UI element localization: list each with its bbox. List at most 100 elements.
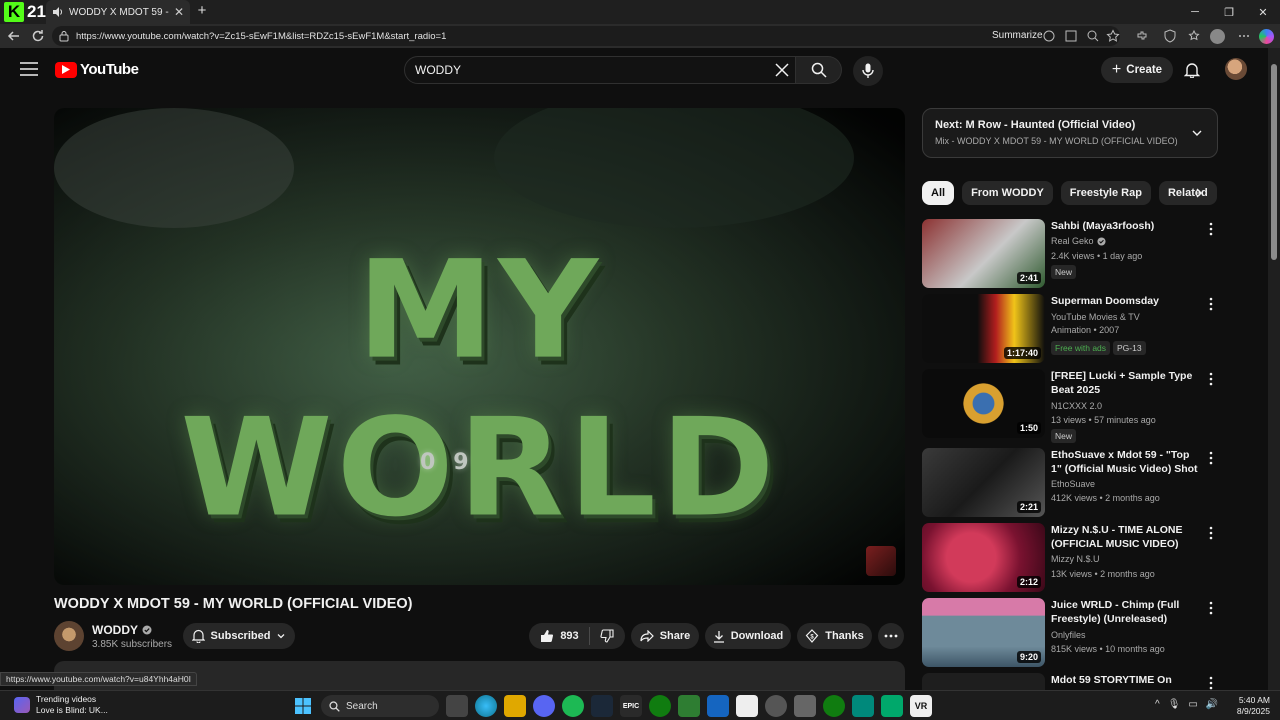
obs-icon[interactable] (765, 695, 787, 717)
copilot-icon[interactable] (1042, 29, 1056, 43)
recommendation-channel[interactable]: Real Geko (1051, 236, 1106, 246)
chip-all[interactable]: All (922, 181, 955, 205)
thanks-button[interactable]: $ Thanks (797, 623, 872, 649)
subscribed-button[interactable]: Subscribed (183, 623, 295, 649)
channel-name-link[interactable]: WODDY (92, 623, 152, 637)
taskbar-clock[interactable]: 5:40 AM 8/9/2025 (1232, 695, 1270, 717)
more-vertical-icon[interactable] (1206, 526, 1216, 540)
recommendation-channel[interactable]: EthoSuave (1051, 479, 1095, 489)
like-icon[interactable] (540, 629, 554, 643)
video-thumbnail[interactable] (922, 673, 1045, 690)
favorites-icon[interactable] (1187, 29, 1201, 43)
app-f-icon[interactable] (852, 695, 874, 717)
start-windows-icon[interactable] (292, 695, 314, 717)
clear-search-icon[interactable] (775, 63, 789, 77)
recommendation-channel[interactable]: Mizzy N.$.U (1051, 554, 1100, 564)
more-vertical-icon[interactable] (1206, 601, 1216, 615)
app-robot-icon[interactable] (794, 695, 816, 717)
channel-watermark[interactable] (866, 546, 896, 576)
page-scrollbar[interactable] (1268, 48, 1280, 690)
share-button[interactable]: Share (631, 623, 699, 649)
scrollbar-thumb[interactable] (1271, 64, 1277, 260)
download-button[interactable]: Download (705, 623, 791, 649)
video-thumbnail[interactable]: 9:20 (922, 598, 1045, 667)
minimize-button[interactable]: ─ (1178, 0, 1212, 24)
more-vertical-icon[interactable] (1206, 676, 1216, 690)
youtube-logo[interactable]: YouTube (55, 61, 139, 78)
extensions-icon[interactable] (1135, 29, 1149, 43)
video-thumbnail[interactable]: 1:50 (922, 369, 1045, 438)
profile-avatar[interactable] (1210, 29, 1225, 44)
search-button[interactable] (796, 56, 842, 84)
restore-button[interactable]: ❐ (1212, 0, 1246, 24)
copilot-sidebar-icon[interactable] (1259, 29, 1274, 44)
site-info-icon[interactable] (58, 30, 70, 42)
back-arrow-icon[interactable] (6, 28, 22, 44)
recommendation-item[interactable]: 2:41 Sahbi (Maya3rfoosh) Real Geko 2.4K … (922, 219, 1222, 289)
recommendation-item[interactable]: Mdot 59 STORYTIME On (922, 673, 1222, 690)
recommendation-title[interactable]: [FREE] Lucki + Sample Type Beat 2025 (1051, 369, 1201, 397)
trending-widget[interactable]: Trending videos Love is Blind: UK... (14, 694, 108, 716)
app-green-icon[interactable] (881, 695, 903, 717)
menu-icon[interactable] (20, 62, 38, 76)
volume-icon[interactable]: 🔊 (1206, 699, 1218, 710)
voice-search-button[interactable] (853, 56, 883, 86)
recommendation-title[interactable]: Juice WRLD - Chimp (Full Freestyle) (Unr… (1051, 598, 1201, 626)
app-available-icon[interactable] (1064, 29, 1078, 43)
search-input[interactable]: WODDY (404, 56, 796, 84)
recommendation-title[interactable]: EthoSuave x Mdot 59 - "Top 1" (Official … (1051, 448, 1201, 476)
task-view-icon[interactable] (446, 695, 468, 717)
kick-extension-logo[interactable]: K 21 (4, 2, 46, 22)
more-vertical-icon[interactable] (1206, 297, 1216, 311)
recommendation-channel[interactable]: Onlyfiles (1051, 630, 1086, 640)
recommendation-item[interactable]: 1:50 [FREE] Lucki + Sample Type Beat 202… (922, 369, 1222, 443)
tab-close-icon[interactable]: ✕ (174, 5, 184, 19)
account-avatar[interactable] (1225, 58, 1247, 80)
xbox-icon[interactable] (649, 695, 671, 717)
more-vertical-icon[interactable] (1206, 451, 1216, 465)
expand-chevron-icon[interactable] (1191, 127, 1203, 139)
zoom-icon[interactable] (1086, 29, 1100, 43)
like-count[interactable]: 893 (560, 630, 578, 642)
chip-freestyle-rap[interactable]: Freestyle Rap (1060, 181, 1151, 205)
more-vertical-icon[interactable] (1206, 372, 1216, 386)
epic-games-icon[interactable]: EPIC (620, 695, 642, 717)
browser-tab-active[interactable]: WODDY X MDOT 59 - MY W ✕ (46, 0, 190, 24)
edge-browser-icon[interactable] (475, 695, 497, 717)
video-player[interactable]: MY WORLD 09 (54, 108, 905, 585)
vr-app-icon[interactable]: VR (910, 695, 932, 717)
discord-icon[interactable] (533, 695, 555, 717)
recommendation-title[interactable]: Mdot 59 STORYTIME On (1051, 673, 1201, 687)
recommendation-title[interactable]: Sahbi (Maya3rfoosh) (1051, 219, 1201, 233)
steam-icon[interactable] (591, 695, 613, 717)
close-window-button[interactable]: ✕ (1246, 0, 1280, 24)
spotify-icon[interactable] (562, 695, 584, 717)
summarize-button[interactable]: Summarize (992, 30, 1043, 41)
app-z-icon[interactable] (678, 695, 700, 717)
recommendation-channel[interactable]: YouTube Movies & TV (1051, 312, 1140, 322)
xbox-app-icon[interactable] (823, 695, 845, 717)
network-icon[interactable]: ▭ (1188, 699, 1197, 710)
recommendation-title[interactable]: Mizzy N.$.U - TIME ALONE (OFFICIAL MUSIC… (1051, 523, 1201, 551)
file-explorer-icon[interactable] (504, 695, 526, 717)
recommendation-title[interactable]: Superman Doomsday (1051, 294, 1201, 308)
url-field[interactable]: https://www.youtube.com/watch?v=Zc15-sEw… (52, 26, 1120, 46)
video-thumbnail[interactable]: 2:12 (922, 523, 1045, 592)
app-document-icon[interactable] (707, 695, 729, 717)
dislike-icon[interactable] (600, 629, 614, 643)
chip-related[interactable]: Related (1158, 181, 1217, 205)
more-actions-button[interactable] (878, 623, 904, 649)
video-thumbnail[interactable]: 1:17:40 (922, 294, 1045, 363)
microphone-tray-icon[interactable]: 🎙 (1168, 699, 1181, 710)
create-button[interactable]: + Create (1101, 57, 1173, 83)
new-tab-button[interactable]: + (194, 2, 210, 20)
chevron-right-icon[interactable] (1193, 187, 1205, 199)
more-vertical-icon[interactable] (1206, 222, 1216, 236)
playlist-next-panel[interactable]: Next: M Row - Haunted (Official Video) M… (922, 108, 1218, 158)
video-thumbnail[interactable]: 2:21 (922, 448, 1045, 517)
recommendation-channel[interactable]: N1CXXX 2.0 (1051, 401, 1102, 411)
taskbar-search[interactable]: Search (321, 695, 439, 717)
recommendation-item[interactable]: 1:17:40 Superman Doomsday YouTube Movies… (922, 294, 1222, 364)
app-pen-icon[interactable] (736, 695, 758, 717)
channel-avatar[interactable] (54, 621, 84, 651)
